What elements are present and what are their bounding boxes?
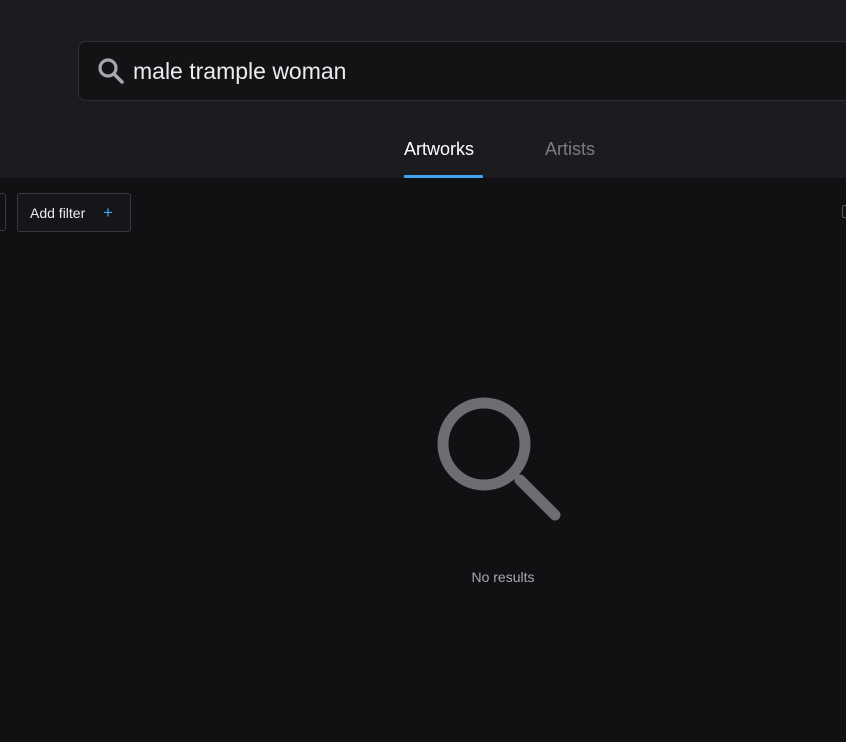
- view-toggle-partial[interactable]: [842, 205, 846, 218]
- search-input[interactable]: male trample woman: [78, 41, 846, 101]
- search-header: male trample woman Artworks Artists: [0, 0, 846, 178]
- add-filter-label: Add filter: [30, 205, 86, 221]
- magnifier-icon: [437, 397, 561, 521]
- add-filter-button[interactable]: Add filter +: [17, 193, 131, 232]
- tab-artworks[interactable]: Artworks: [404, 138, 474, 160]
- search-icon: [98, 58, 124, 84]
- search-query-text[interactable]: male trample woman: [133, 57, 346, 85]
- plus-icon: +: [103, 203, 113, 222]
- active-tab-indicator: [404, 175, 483, 178]
- tab-artists[interactable]: Artists: [545, 138, 595, 160]
- filter-chip-partial[interactable]: [0, 193, 6, 231]
- search-page: male trample woman Artworks Artists Add …: [0, 0, 846, 742]
- no-results-message: No results: [471, 569, 535, 585]
